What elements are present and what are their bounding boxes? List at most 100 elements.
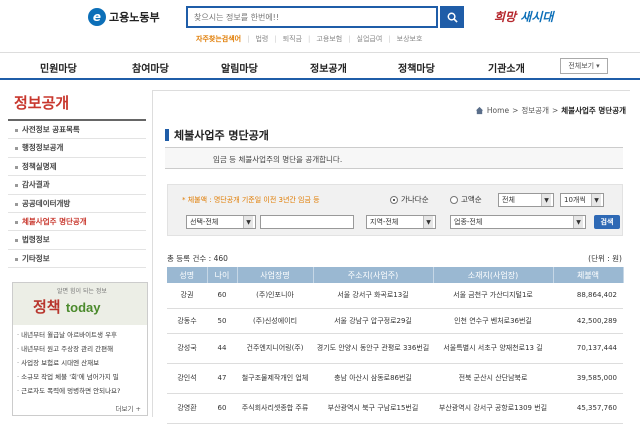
table-row[interactable]: 강권 60 (주)인포니아 서울 강서구 화곡로13길 서울 금천구 가산디지털… xyxy=(167,283,623,309)
cell-site-address: 부산광역시 강서구 공항로1309 번길 xyxy=(433,393,553,424)
table-row[interactable]: 강동수 50 (주)신성에이티 서울 강남구 압구정로29길 인천 연수구 벤처… xyxy=(167,308,623,334)
today-news-item[interactable]: 근로자도 폭력에 멍병하면 안되나요? xyxy=(17,384,143,398)
sidebar-item[interactable]: 감사결과 xyxy=(8,176,146,195)
cell-name: 강성국 xyxy=(167,333,207,364)
policy-today-box: 알면 힘이 되는 정보 정책 today 내년부터 월급날 아르바이트생 우후 … xyxy=(12,282,148,416)
gnb-item[interactable]: 민원마당 xyxy=(40,60,77,75)
ministry-logo[interactable]: e 고용노동부 xyxy=(88,8,160,26)
cell-amount: 42,500,289 xyxy=(553,308,623,334)
quick-link[interactable]: 실업급여 xyxy=(357,34,383,44)
slogan-hope: 희망 xyxy=(494,10,517,24)
sort-amount-radio[interactable]: 고액순 xyxy=(450,194,482,205)
table-row[interactable]: 강성국 44 건주엔지니어링(주) 경기도 안양시 동안구 관평로 336번길 … xyxy=(167,333,623,364)
radio-unchecked-icon xyxy=(450,195,458,204)
industry-select[interactable]: 업종-전체 ▼ xyxy=(450,215,586,229)
cell-amount: 70,137,444 xyxy=(553,333,623,364)
title-bar-marker xyxy=(165,129,169,141)
cell-amount: 39,585,000 xyxy=(553,363,623,394)
policy-today-banner[interactable]: 알면 힘이 되는 정보 정책 today xyxy=(13,283,147,325)
cell-company: (주)인포니아 xyxy=(237,283,313,309)
column-header: 사업장명 xyxy=(237,267,314,283)
sidebar: 정보공개 사전정보 공표목록 행정정보공개 정책실명제 감사결과 공공데이터개방… xyxy=(8,84,146,269)
cell-owner-address: 충남 아산시 삼동로86번길 xyxy=(313,363,433,394)
cell-owner-address: 서울 강남구 압구정로29길 xyxy=(313,308,433,334)
today-more-link[interactable]: 더보기 + xyxy=(116,403,141,413)
popular-searches-label: 자주찾는검색어 xyxy=(196,35,242,43)
chevron-down-icon: ▼ xyxy=(591,194,601,206)
sort-alpha-radio[interactable]: 가나다순 xyxy=(390,194,429,205)
search-button[interactable] xyxy=(440,6,464,28)
sidebar-item[interactable]: 법령정보 xyxy=(8,231,146,250)
quick-link[interactable]: 보상보호 xyxy=(397,34,423,44)
search-icon xyxy=(447,12,458,23)
radio-label: 고액순 xyxy=(461,195,482,204)
quick-link[interactable]: 퇴직금 xyxy=(283,34,302,44)
region-select[interactable]: 지역-전체 ▼ xyxy=(366,215,436,229)
header: e 고용노동부 희망 새시대 자주찾는검색어 | 법령 | 퇴직금 | 고용보험… xyxy=(0,0,640,58)
cell-site-address: 서울특별시 서초구 양재천로13 길 xyxy=(433,333,553,364)
sidebar-item[interactable]: 공공데이터개방 xyxy=(8,195,146,213)
gnb-item[interactable]: 정보공개 xyxy=(310,60,347,75)
cell-company: 철구조물제작개인 업체 xyxy=(237,363,313,394)
breadcrumb-home[interactable]: Home xyxy=(487,106,509,115)
sidebar-item[interactable]: 기타정보 xyxy=(8,250,146,269)
table-row[interactable]: 강영환 60 주식회사리셋종합 주류 부산광역시 북구 구남로15번길 부산광역… xyxy=(167,393,623,424)
search-input[interactable] xyxy=(188,8,436,26)
employer-table: 성명 나이 사업장명 주소지(사업주) 소재지(사업장) 체불액 강권 60 (… xyxy=(167,267,624,424)
cell-name: 강동수 xyxy=(167,308,207,334)
chevron-down-icon: ▼ xyxy=(243,216,253,228)
all-menu-button[interactable]: 전체보기 ▾ xyxy=(560,58,608,74)
page-title: 체불사업주 명단공개 xyxy=(165,127,269,143)
breadcrumb-current: 체불사업주 명단공개 xyxy=(561,106,626,115)
global-nav: 민원마당 참여마당 알림마당 정보공개 정책마당 기관소개 전체보기 ▾ xyxy=(0,52,640,80)
gnb-item[interactable]: 참여마당 xyxy=(132,60,169,75)
gnb-item[interactable]: 기관소개 xyxy=(488,60,525,75)
today-news-item[interactable]: 내년부터 월급날 아르바이트생 우후 xyxy=(17,328,143,342)
today-news-item[interactable]: 소규모 작업 체불 '회'에 넘어가지 밀 xyxy=(17,370,143,384)
chevron-down-icon: ▼ xyxy=(423,216,433,228)
cell-company: 주식회사리셋종합 주류 xyxy=(237,393,313,424)
cell-amount: 88,864,402 xyxy=(553,283,623,309)
keyword-input[interactable] xyxy=(260,215,354,229)
cell-age: 60 xyxy=(207,393,237,424)
quick-link[interactable]: 법령 xyxy=(255,34,268,44)
gnb-item[interactable]: 정책마당 xyxy=(398,60,435,75)
sidebar-menu: 사전정보 공표목록 행정정보공개 정책실명제 감사결과 공공데이터개방 체불사업… xyxy=(8,121,146,269)
logo-e-icon: e xyxy=(88,8,106,26)
sidebar-item-active[interactable]: 체불사업주 명단공개 xyxy=(8,213,146,232)
order-select[interactable]: 전체 ▼ xyxy=(498,193,554,207)
cell-owner-address: 부산광역시 북구 구남로15번길 xyxy=(313,393,433,424)
chevron-down-icon: ▾ xyxy=(596,62,600,70)
filter-search-button[interactable]: 검색 xyxy=(594,215,620,229)
cell-owner-address: 경기도 안양시 동안구 관평로 336번길 xyxy=(313,333,433,364)
today-news-item[interactable]: 사업장 보험료 시대엔 산재보 xyxy=(17,356,143,370)
column-header: 체불액 xyxy=(553,267,624,283)
sidebar-item[interactable]: 사전정보 공표목록 xyxy=(8,121,146,140)
column-header: 나이 xyxy=(207,267,238,283)
total-count: 총 등록 건수 : 460 xyxy=(167,254,228,263)
gnb-item[interactable]: 알림마당 xyxy=(221,60,258,75)
radio-checked-icon xyxy=(390,195,398,204)
main-content: Home > 정보공개 > 체불사업주 명단공개 체불사업주 명단공개 임금 등… xyxy=(152,90,630,424)
sidebar-title: 정보공개 xyxy=(8,84,146,121)
count-select[interactable]: 10개씩 ▼ xyxy=(560,193,604,207)
sidebar-item[interactable]: 정책실명제 xyxy=(8,158,146,177)
today-news-list: 내년부터 월급날 아르바이트생 우후 내년부터 원고 주상장 관리 간편해 사업… xyxy=(13,325,147,401)
quick-link[interactable]: 고용보험 xyxy=(316,34,342,44)
sidebar-item[interactable]: 행정정보공개 xyxy=(8,139,146,158)
cell-name: 강인석 xyxy=(167,363,207,394)
cell-amount: 45,357,760 xyxy=(553,393,623,424)
breadcrumb-level1[interactable]: 정보공개 xyxy=(521,105,549,116)
column-header: 주소지(사업주) xyxy=(313,267,434,283)
column-header: 성명 xyxy=(167,267,208,283)
today-tagline: 알면 힘이 되는 정보 xyxy=(57,288,107,295)
scope-select[interactable]: 선택-전체 ▼ xyxy=(186,215,256,229)
chevron-down-icon: ▼ xyxy=(573,216,583,228)
cell-owner-address: 서울 강서구 화곡로13길 xyxy=(313,283,433,309)
today-news-item[interactable]: 내년부터 원고 주상장 관리 간편해 xyxy=(17,342,143,356)
radio-label: 가나다순 xyxy=(401,195,429,204)
quick-links: 자주찾는검색어 | 법령 | 퇴직금 | 고용보험 | 실업급여 | 보상보호 xyxy=(196,34,423,44)
table-row[interactable]: 강인석 47 철구조물제작개인 업체 충남 아산시 삼동로86번길 전북 군산시… xyxy=(167,363,623,394)
column-header: 소재지(사업장) xyxy=(433,267,554,283)
all-menu-label: 전체보기 xyxy=(568,62,595,70)
